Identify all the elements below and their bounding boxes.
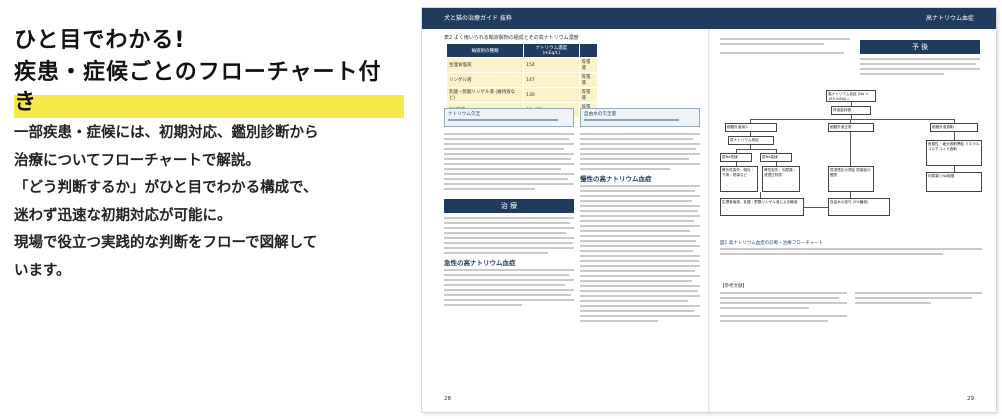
sodium-deficit-box: ナトリウム欠乏 (444, 108, 574, 127)
spread-header-bar: 犬と猫の治療ガイド 抜粋 高ナトリウム血症 (422, 8, 996, 29)
free-water-title: 自由水の欠乏量 (584, 112, 617, 117)
description-line: 治療についてフローチャートで解説。 (14, 152, 260, 169)
description-line: 迷わず迅速な初期対応が可能に。 (14, 207, 232, 224)
flowchart-caption-notes (720, 248, 982, 258)
free-water-box: 自由水の欠乏量 (580, 108, 700, 127)
flowchart-node: 自由水の投与 (5%糖液) (828, 198, 890, 216)
description-line: 現場で役立つ実践的な判断をフローで図解して (14, 235, 318, 251)
feature-heading: ひと目でわかる! 疾患・症候ごとのフローチャート付き (14, 26, 404, 118)
flowchart-node: 尿ナトリウム測定 (728, 136, 774, 145)
table-header-row: 輸液剤の種類 ナトリウム濃度 (mEq/L) (445, 43, 599, 58)
right-page-intro (720, 38, 850, 57)
prognosis-title: 予 後 (860, 40, 980, 54)
table-cell: 等張液 (578, 57, 599, 73)
flowchart-node: 腎外性喪失：嘔吐・下痢・熱傷など (720, 166, 758, 192)
flowchart-node: 細胞外液正常 (828, 123, 874, 132)
sodium-deficit-title: ナトリウム欠乏 (448, 112, 481, 117)
flowchart-node: 医原性・塩分過剰摂取 ミネラルコルチコイド過剰 (926, 140, 982, 166)
table-cell: 154 (523, 57, 580, 73)
prognosis-box: 予 後 (860, 40, 980, 78)
infusion-table: 輸液剤の種類 ナトリウム濃度 (mEq/L) 生理食塩液 154 等張液 リンゲ… (445, 43, 599, 118)
table-row: 乳酸・酢酸リンゲル液 (維持液など) 130 等張液 (445, 87, 599, 103)
flowchart-node: 腎性喪失：利尿薬・浸透圧利尿 (762, 166, 800, 192)
page-number-left: 28 (444, 396, 451, 402)
flowchart-node-top: 高ナトリウム血症 (Na > 155 mEq/L) (826, 90, 876, 102)
table-header-cell: ナトリウム濃度 (mEq/L) (523, 43, 580, 58)
flowchart-node: 細胞外液過剰 (930, 123, 978, 132)
book-spread-preview: 犬と猫の治療ガイド 抜粋 高ナトリウム血症 表2 よく用いられる輸液製剤の組成と… (422, 8, 996, 412)
table-row: リンゲル液 147 等張液 (445, 72, 599, 88)
flowchart-node: 尿Na低値 (720, 153, 752, 162)
left-page-column-2: 自由水の欠乏量 慢性の高ナトリウム血症 (580, 108, 700, 325)
feature-description: 一部疾患・症候には、初期対応、鑑別診断から 治療についてフローチャートで解説。 … (14, 120, 409, 285)
flowchart-node: 尿Na高値 (760, 153, 792, 162)
flowchart-caption: 図1 高ナトリウム血症の診断・治療フローチャート (720, 241, 824, 246)
chronic-subheading: 慢性の高ナトリウム血症 (580, 175, 652, 183)
flowchart-node: 尿浸透圧の測定 尿崩症の鑑別 (828, 166, 874, 192)
diagnosis-flowchart: 高ナトリウム血症 (Na > 155 mEq/L) 体液量評価 細胞外液減少 細… (720, 90, 982, 238)
header-right-text: 高ナトリウム血症 (925, 15, 974, 22)
spread-gutter (708, 29, 710, 412)
heading-line-2-highlighted: 疾患・症候ごとのフローチャート付き (14, 58, 404, 118)
description-line: 「どう判断するか」がひと目でわかる構成で、 (14, 180, 318, 196)
acute-subheading: 急性の高ナトリウム血症 (444, 259, 516, 267)
treatment-section-title: 治 療 (444, 199, 574, 213)
flowchart-node: 細胞外液減少 (725, 123, 777, 132)
table-cell: 乳酸・酢酸リンゲル液 (維持液など) (445, 87, 525, 103)
table-header-cell: 輸液剤の種類 (445, 43, 525, 58)
flowchart-node: 利尿薬とNa制限 (926, 172, 982, 192)
description-line: 一部疾患・症候には、初期対応、鑑別診断から (14, 125, 319, 141)
header-left-text: 犬と猫の治療ガイド 抜粋 (444, 15, 512, 22)
flowchart-node: 生理食塩液、乳酸・酢酸リンゲル液による輸液 (720, 198, 804, 216)
description-line: います。 (14, 262, 71, 279)
left-page-column-1: ナトリウム欠乏 治 療 急性の高ナトリウム血症 (444, 108, 574, 309)
table-cell: 147 (523, 72, 580, 88)
references-title: 【参考文献】 (720, 284, 747, 289)
flowchart-node: 体液量評価 (831, 106, 871, 115)
table-cell: 等張液 (578, 87, 599, 103)
references-block: 【参考文献】 (720, 283, 982, 325)
table-cell: 130 (523, 87, 580, 103)
table-cell: 等張液 (578, 72, 599, 88)
table-row: 生理食塩液 154 等張液 (445, 57, 599, 73)
heading-line-1: ひと目でわかる! (14, 28, 186, 53)
table-cell: 生理食塩液 (445, 57, 525, 73)
table-caption: 表2 よく用いられる輸液製剤の組成とその高ナトリウム濃度 (444, 35, 579, 41)
table-cell: リンゲル液 (445, 72, 525, 88)
page-number-right: 29 (967, 396, 974, 402)
table-header-cell (578, 43, 599, 58)
